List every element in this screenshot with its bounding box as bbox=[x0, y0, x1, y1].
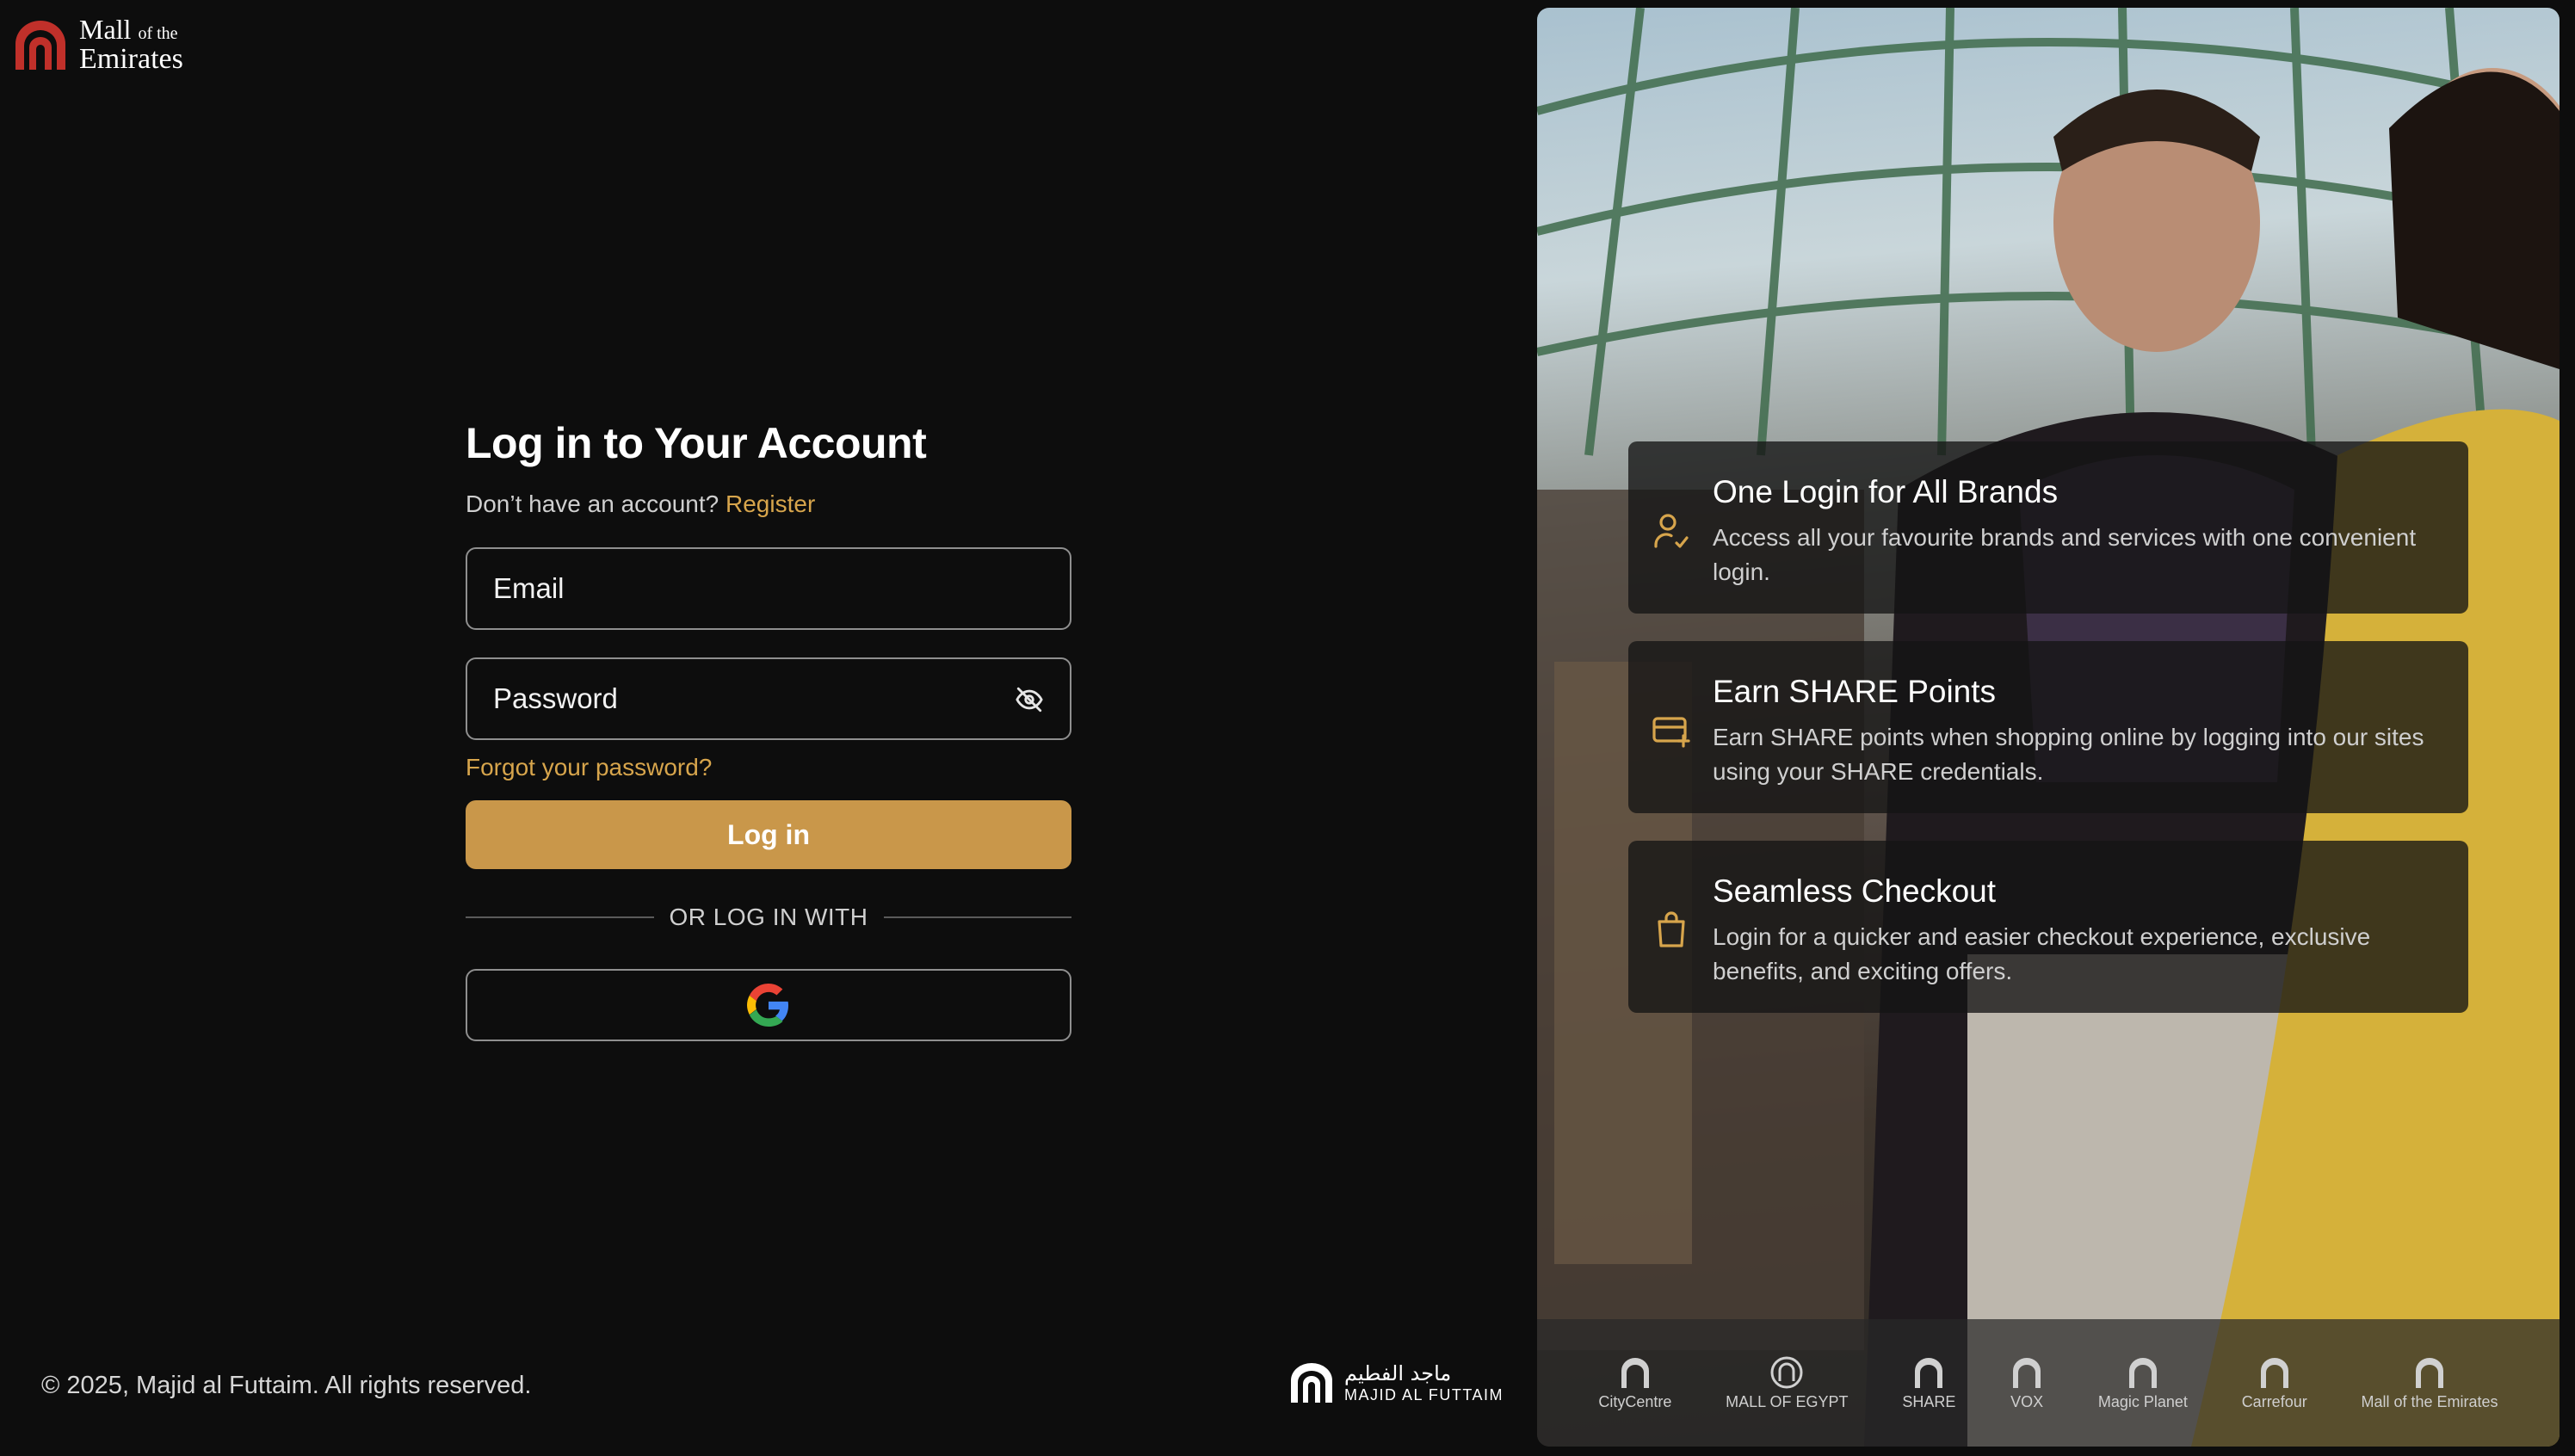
arch-logo-icon bbox=[2128, 1357, 2157, 1388]
arch-logo-icon bbox=[1621, 1357, 1649, 1388]
feature-card-share-points: Earn SHARE Points Earn SHARE points when… bbox=[1628, 641, 2468, 813]
maf-english-text: MAJID AL FUTTAIM bbox=[1344, 1386, 1504, 1404]
mall-arch-logo-icon bbox=[15, 21, 65, 70]
arch-logo-icon bbox=[2260, 1357, 2288, 1388]
arch-logo-icon bbox=[2416, 1357, 2444, 1388]
google-icon bbox=[747, 984, 789, 1027]
logo-text-line2: Emirates bbox=[79, 43, 183, 75]
arch-logo-icon bbox=[1915, 1357, 1943, 1388]
feature-description: Earn SHARE points when shopping online b… bbox=[1713, 724, 2424, 785]
register-link[interactable]: Register bbox=[726, 490, 815, 517]
brand-logo-share: SHARE bbox=[1902, 1355, 1955, 1411]
google-login-button[interactable] bbox=[466, 969, 1071, 1041]
login-button[interactable]: Log in bbox=[466, 800, 1071, 869]
brand-logo-mall-of-egypt: MALL OF EGYPT bbox=[1726, 1355, 1849, 1411]
logo-text-line1: Mall of the bbox=[79, 14, 178, 45]
feature-card-seamless-checkout: Seamless Checkout Login for a quicker an… bbox=[1628, 841, 2468, 1013]
card-plus-icon bbox=[1652, 717, 1690, 748]
shopping-bag-icon bbox=[1658, 911, 1685, 947]
register-prompt: Don’t have an account? Register bbox=[466, 490, 816, 517]
feature-title: Earn SHARE Points bbox=[1713, 674, 1997, 709]
brand-logo-magic-planet: Magic Planet bbox=[2098, 1355, 2188, 1411]
brand-logo-citycentre: CityCentre bbox=[1598, 1355, 1671, 1411]
round-seal-logo-icon bbox=[1770, 1356, 1803, 1388]
email-field-container bbox=[466, 547, 1071, 630]
mall-of-the-emirates-logo[interactable]: Mall of the Emirates bbox=[12, 15, 183, 74]
divider-line-left bbox=[466, 916, 654, 918]
brand-logo-strip: CityCentre MALL OF EGYPT SHARE VOX Magic… bbox=[1537, 1319, 2560, 1447]
forgot-password-link[interactable]: Forgot your password? bbox=[466, 754, 1071, 781]
feature-title: One Login for All Brands bbox=[1713, 474, 2059, 509]
brand-logo-vox: VOX bbox=[2010, 1355, 2044, 1411]
feature-description: Login for a quicker and easier checkout … bbox=[1713, 923, 2371, 984]
divider-line-right bbox=[883, 916, 1071, 918]
email-input[interactable] bbox=[493, 572, 1044, 605]
arch-logo-icon bbox=[2013, 1357, 2041, 1388]
copyright-text: © 2025, Majid al Futtaim. All rights res… bbox=[41, 1372, 532, 1399]
majid-al-futtaim-logo: ماجد الفطيم MAJID AL FUTTAIM bbox=[1289, 1361, 1504, 1404]
hero-panel: One Login for All Brands Access all your… bbox=[1537, 8, 2560, 1447]
feature-title: Seamless Checkout bbox=[1713, 873, 1997, 909]
page-title: Log in to Your Account bbox=[466, 419, 927, 467]
eye-off-icon[interactable] bbox=[1015, 685, 1044, 714]
brand-logo-mall-of-the-emirates: Mall of the Emirates bbox=[2361, 1355, 2498, 1411]
login-form: Log in to Your Account Don’t have an acc… bbox=[466, 418, 1071, 1041]
feature-card-one-login: One Login for All Brands Access all your… bbox=[1628, 441, 2468, 614]
brand-logo-carrefour: Carrefour bbox=[2242, 1355, 2307, 1411]
feature-description: Access all your favourite brands and ser… bbox=[1713, 524, 2417, 585]
maf-arabic-text: ماجد الفطيم bbox=[1344, 1361, 1452, 1385]
password-field-container bbox=[466, 657, 1071, 740]
user-check-icon bbox=[1654, 514, 1689, 548]
password-input[interactable] bbox=[493, 682, 1044, 715]
maf-arch-icon bbox=[1291, 1363, 1332, 1403]
divider-text: OR LOG IN WITH bbox=[669, 904, 868, 930]
or-divider: OR LOG IN WITH bbox=[466, 904, 1071, 931]
